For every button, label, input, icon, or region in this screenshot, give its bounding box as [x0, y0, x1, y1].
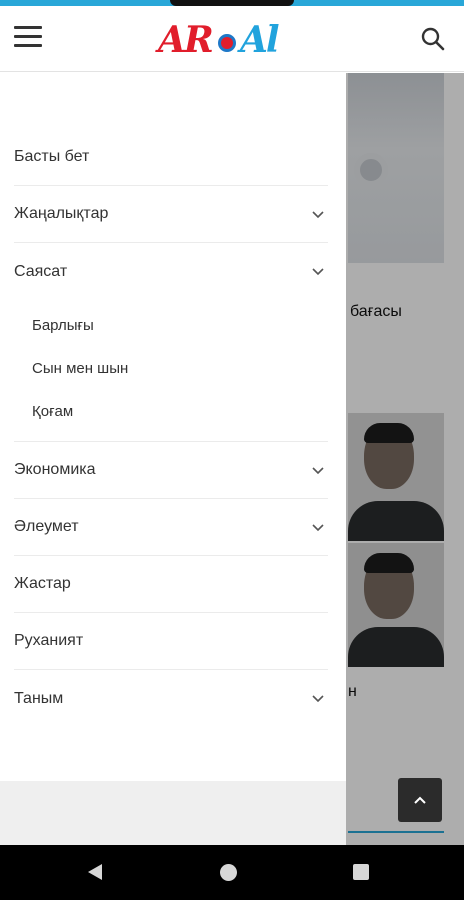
- menu-item-knowledge[interactable]: Таным: [14, 670, 328, 727]
- submenu-item-all[interactable]: Барлығы: [14, 304, 328, 347]
- hamburger-icon: [14, 26, 42, 29]
- submenu-item-label: Сын мен шын: [32, 360, 129, 377]
- site-logo[interactable]: AR Al: [158, 18, 306, 62]
- menu-item-economy[interactable]: Экономика: [14, 442, 328, 499]
- search-icon: [421, 27, 445, 51]
- menu-item-label: Жаңалықтар: [14, 205, 109, 222]
- chevron-down-icon[interactable]: [312, 692, 324, 704]
- menu-item-spirituality[interactable]: Руханият: [14, 613, 328, 670]
- home-circle-icon[interactable]: [220, 864, 237, 881]
- logo-left-text: AR: [158, 19, 214, 61]
- submenu-politics: Барлығы Сын мен шын Қоғам: [14, 300, 328, 442]
- system-navigation-bar: [0, 845, 464, 900]
- menu-item-label: Әлеумет: [14, 518, 79, 535]
- chevron-down-icon[interactable]: [312, 521, 324, 533]
- submenu-item-society[interactable]: Қоғам: [14, 390, 328, 433]
- logo-right-text: Al: [240, 19, 280, 61]
- navigation-drawer: Басты бет Жаңалықтар Саясат Барлығы Сын …: [0, 73, 346, 845]
- hamburger-menu-button[interactable]: [14, 26, 44, 50]
- menu-item-politics[interactable]: Саясат: [14, 243, 328, 300]
- submenu-item-label: Барлығы: [32, 317, 94, 334]
- app-header: AR Al: [0, 6, 464, 72]
- drawer-menu: Басты бет Жаңалықтар Саясат Барлығы Сын …: [14, 129, 328, 727]
- drawer-overlay[interactable]: [346, 73, 464, 845]
- search-button[interactable]: [420, 26, 446, 52]
- menu-item-label: Экономика: [14, 461, 96, 478]
- menu-item-label: Жастар: [14, 575, 71, 592]
- chevron-down-icon[interactable]: [312, 265, 324, 277]
- menu-item-label: Басты бет: [14, 148, 90, 165]
- chevron-down-icon[interactable]: [312, 208, 324, 220]
- drawer-footer: [0, 781, 346, 845]
- menu-item-label: Таным: [14, 689, 64, 707]
- menu-item-label: Саясат: [14, 262, 68, 280]
- recents-square-icon[interactable]: [353, 864, 369, 880]
- chevron-up-icon: [414, 796, 426, 804]
- menu-item-news[interactable]: Жаңалықтар: [14, 186, 328, 243]
- scroll-to-top-button[interactable]: [398, 778, 442, 822]
- chevron-down-icon[interactable]: [312, 464, 324, 476]
- submenu-item-label: Қоғам: [32, 403, 74, 420]
- menu-item-youth[interactable]: Жастар: [14, 556, 328, 613]
- menu-item-home[interactable]: Басты бет: [14, 129, 328, 186]
- menu-item-label: Руханият: [14, 632, 84, 649]
- menu-item-social[interactable]: Әлеумет: [14, 499, 328, 556]
- back-triangle-icon[interactable]: [86, 862, 104, 882]
- logo-dot-icon: [218, 34, 236, 52]
- submenu-item-criticism[interactable]: Сын мен шын: [14, 347, 328, 390]
